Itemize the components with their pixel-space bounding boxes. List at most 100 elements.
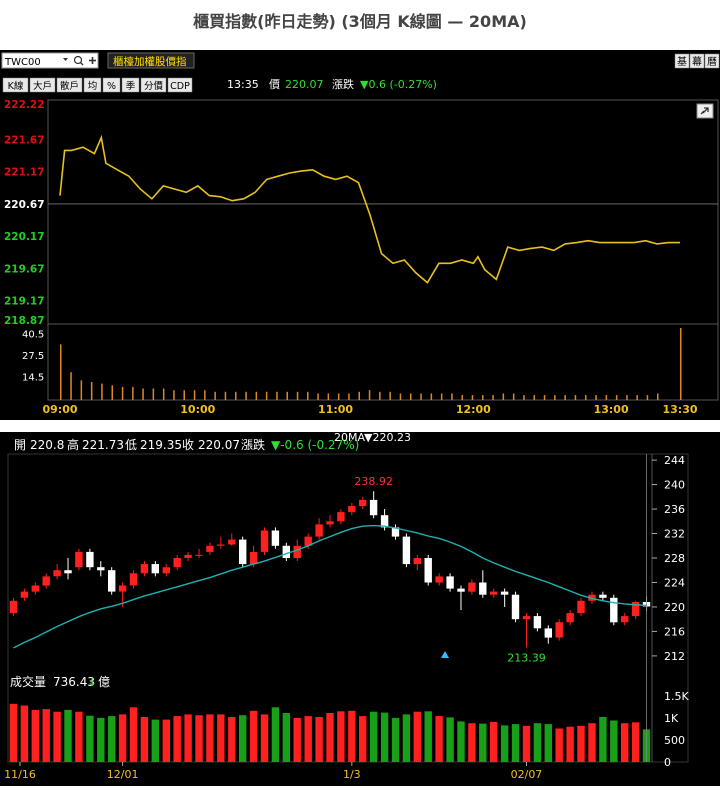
candle-body-42 (468, 582, 476, 592)
candle-body-50 (555, 622, 563, 638)
intraday-volume-bar-47 (543, 395, 546, 400)
candle-body-7 (86, 551, 94, 568)
max-price-annotation: 238.92 (354, 475, 393, 488)
low-label: 低 (125, 438, 137, 452)
kline-y-tick-6: 220 (664, 601, 685, 614)
intraday-volume-bar-9 (152, 388, 155, 400)
candle-body-5 (64, 570, 72, 574)
y-tick-label-7: 218.87 (4, 315, 45, 327)
candle-body-14 (162, 567, 170, 574)
kline-volume-bar-29 (326, 713, 334, 762)
link-icon[interactable] (696, 103, 714, 119)
high-value: 221.73 (82, 438, 124, 452)
intraday-volume-bar-40 (471, 395, 474, 400)
intraday-volume-bar-54 (615, 395, 618, 400)
marker-triangle-icon (441, 651, 449, 658)
kline-y-tick-5: 224 (664, 576, 685, 589)
x-tick-label-4: 13:00 (594, 403, 629, 416)
intraday-volume-bar-20 (265, 391, 268, 400)
intraday-volume-bar-46 (533, 395, 535, 400)
intraday-volume-bar-23 (296, 391, 299, 400)
kline-panel: 開 220.8 高 221.73 低 219.35 收 220.07 漲跌 ▼-… (0, 431, 720, 786)
candle-body-6 (75, 551, 83, 568)
kline-volume-bar-54 (599, 717, 607, 762)
change-label: 漲跌 (332, 77, 354, 91)
kline-volume-bar-53 (588, 723, 596, 762)
candle-body-38 (424, 558, 432, 583)
intraday-volume-bar-15 (214, 391, 216, 400)
min-price-annotation: 213.39 (507, 651, 546, 664)
volume-unit: 億 (98, 675, 110, 689)
tool-button-label-1: 大戶 (33, 80, 52, 92)
intraday-volume-bar-27 (337, 393, 340, 400)
kline-volume-bar-28 (315, 717, 323, 762)
price-value: 220.07 (285, 78, 324, 91)
intraday-volume-bar-32 (389, 391, 391, 400)
candle-body-44 (490, 591, 498, 595)
kline-volume-tick-2: 500 (664, 734, 685, 747)
candle-body-9 (108, 570, 116, 592)
price-label: 價 (269, 77, 280, 91)
candle-body-1 (20, 591, 29, 598)
kline-volume-bar-19 (217, 714, 225, 762)
kline-volume-bar-3 (42, 709, 50, 762)
intraday-volume-bar-17 (235, 391, 237, 400)
intraday-volume-bar-5 (111, 385, 113, 400)
candle-body-52 (577, 600, 585, 613)
volume-arrow-icon: ↓ (87, 675, 97, 689)
kline-volume-bar-13 (151, 719, 159, 762)
y-tick-label-1: 221.67 (4, 134, 45, 146)
y-tick-label-3: 220.67 (4, 199, 45, 211)
kline-volume-bar-25 (282, 713, 290, 762)
kline-volume-bar-34 (380, 712, 389, 762)
kline-volume-bar-39 (435, 716, 443, 762)
candle-body-3 (42, 576, 50, 586)
intraday-volume-bar-4 (101, 383, 103, 400)
intraday-volume-bar-59 (680, 328, 682, 400)
candle-body-29 (326, 521, 334, 525)
volume-header: 成交量 736.43 ↓ 億 (10, 674, 110, 689)
linked-symbol-label: 櫃檯加權股價指 (113, 55, 187, 68)
tool-button-label-0: K線 (8, 80, 24, 92)
candle-body-26 (293, 545, 301, 558)
candle-body-20 (228, 539, 236, 545)
kline-volume-tick-0: 1.5K (664, 690, 689, 703)
intraday-volume-bar-0 (60, 344, 62, 400)
intraday-volume-bar-58 (657, 393, 659, 400)
candle-body-4 (53, 570, 61, 577)
kline-volume-bar-51 (566, 726, 574, 762)
kline-volume-bar-8 (97, 717, 105, 762)
ma-value: ▼220.23 (364, 432, 411, 444)
ma-label: 20MA (334, 432, 365, 444)
candle-body-28 (315, 524, 323, 537)
intraday-volume-bar-36 (430, 393, 433, 400)
candle-body-43 (479, 582, 487, 595)
intraday-volume-bar-1 (70, 372, 72, 400)
kline-volume-bar-2 (31, 709, 39, 762)
kline-chart: 開 220.8 高 221.73 低 219.35 收 220.07 漲跌 ▼-… (4, 431, 689, 781)
close-label: 收 (182, 438, 194, 452)
kline-volume-bar-50 (555, 728, 563, 762)
intraday-volume-bar-41 (482, 395, 484, 400)
close-value: 220.07 (198, 438, 240, 452)
x-tick-label-5: 13:30 (662, 403, 697, 416)
intraday-volume-bar-25 (317, 393, 319, 400)
intraday-volume-bar-57 (646, 395, 649, 400)
right-button-label-2: 曆 (707, 56, 717, 68)
kline-volume-bar-49 (544, 724, 552, 762)
intraday-volume-bar-16 (224, 391, 227, 400)
candle-body-39 (435, 576, 443, 583)
kline-volume-bar-40 (446, 717, 454, 762)
kline-y-tick-2: 236 (664, 503, 685, 516)
intraday-volume-bar-7 (132, 386, 134, 400)
kline-volume-bar-32 (359, 716, 367, 762)
kline-volume-bar-42 (468, 723, 476, 762)
intraday-volume-bar-51 (585, 395, 587, 400)
kline-volume-bar-23 (260, 714, 269, 762)
kline-volume-bar-12 (140, 717, 149, 762)
y-tick-label-4: 220.17 (4, 231, 45, 243)
kline-y-tick-1: 240 (664, 479, 685, 492)
intraday-volume-bar-8 (142, 388, 144, 400)
candle-body-0 (9, 600, 18, 613)
intraday-volume-bar-19 (255, 391, 258, 400)
